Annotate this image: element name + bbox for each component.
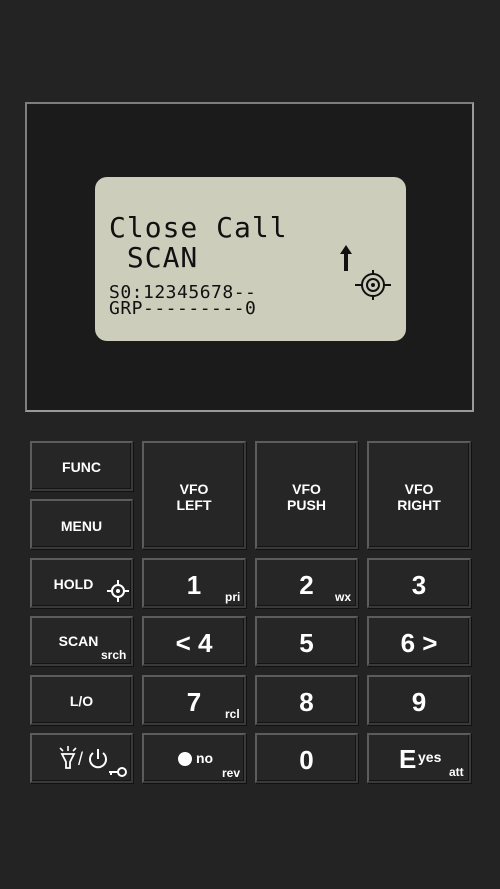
vfo-push-label-2: PUSH: [287, 497, 326, 513]
key-6-label: 6 >: [400, 628, 438, 658]
func-label: FUNC: [62, 459, 101, 475]
key-1[interactable]: 1 pri: [142, 558, 246, 608]
lcd-line-4: GRP---------0: [109, 298, 257, 319]
hold-button[interactable]: HOLD: [30, 558, 133, 608]
lockout-button[interactable]: L/O: [30, 675, 133, 725]
key-2-sub: wx: [335, 590, 352, 604]
func-button[interactable]: FUNC: [30, 441, 133, 491]
lockout-label: L/O: [69, 693, 94, 709]
key-8[interactable]: 8: [255, 675, 358, 725]
up-arrow-icon: [340, 245, 352, 271]
light-power-button[interactable]: /: [30, 733, 133, 783]
key-7[interactable]: 7 rcl: [142, 675, 246, 725]
light-bulb-icon: [59, 746, 77, 769]
dot-icon: [178, 752, 192, 766]
key-1-sub: pri: [225, 590, 241, 604]
close-call-icon: [355, 270, 391, 300]
vfo-left-button[interactable]: VFO LEFT: [142, 441, 246, 549]
power-icon: [89, 749, 107, 769]
scan-sub: srch: [101, 648, 127, 662]
e-label: E: [399, 744, 417, 774]
key-6[interactable]: 6 >: [367, 616, 471, 666]
target-icon: [107, 580, 129, 602]
slash-label: /: [78, 749, 84, 769]
key-8-label: 8: [299, 687, 314, 717]
key-4[interactable]: < 4: [142, 616, 246, 666]
key-7-sub: rcl: [225, 707, 240, 721]
vfo-right-label-2: RIGHT: [397, 497, 441, 513]
yes-label: yes: [418, 749, 442, 765]
dot-no-button[interactable]: no rev: [142, 733, 246, 783]
rev-label: rev: [222, 766, 241, 780]
key-9[interactable]: 9: [367, 675, 471, 725]
key-icon: [109, 767, 127, 777]
vfo-push-button[interactable]: VFO PUSH: [255, 441, 358, 549]
scan-button[interactable]: SCAN srch: [30, 616, 133, 666]
key-3-label: 3: [411, 570, 427, 600]
key-4-label: < 4: [175, 628, 213, 658]
vfo-left-label-2: LEFT: [176, 497, 212, 513]
lcd-display: Close Call SCAN S0:12345678-- GRP-------…: [95, 177, 406, 341]
key-9-label: 9: [411, 687, 427, 717]
no-label: no: [196, 750, 214, 766]
lcd-line-1: Close Call: [109, 211, 288, 244]
att-label: att: [449, 765, 464, 779]
vfo-push-label-1: VFO: [292, 481, 321, 497]
vfo-left-label-1: VFO: [179, 481, 209, 497]
key-5-label: 5: [299, 628, 314, 658]
menu-button[interactable]: MENU: [30, 499, 133, 549]
menu-label: MENU: [60, 518, 103, 534]
scan-label: SCAN: [58, 633, 99, 649]
key-0-label: 0: [299, 745, 314, 775]
key-5[interactable]: 5: [255, 616, 358, 666]
key-3[interactable]: 3: [367, 558, 471, 608]
e-yes-button[interactable]: E yes att: [367, 733, 471, 783]
vfo-right-button[interactable]: VFO RIGHT: [367, 441, 471, 549]
key-2[interactable]: 2 wx: [255, 558, 358, 608]
vfo-right-label-1: VFO: [404, 481, 434, 497]
lcd-line-2: SCAN: [109, 241, 199, 274]
key-0[interactable]: 0: [255, 733, 358, 783]
